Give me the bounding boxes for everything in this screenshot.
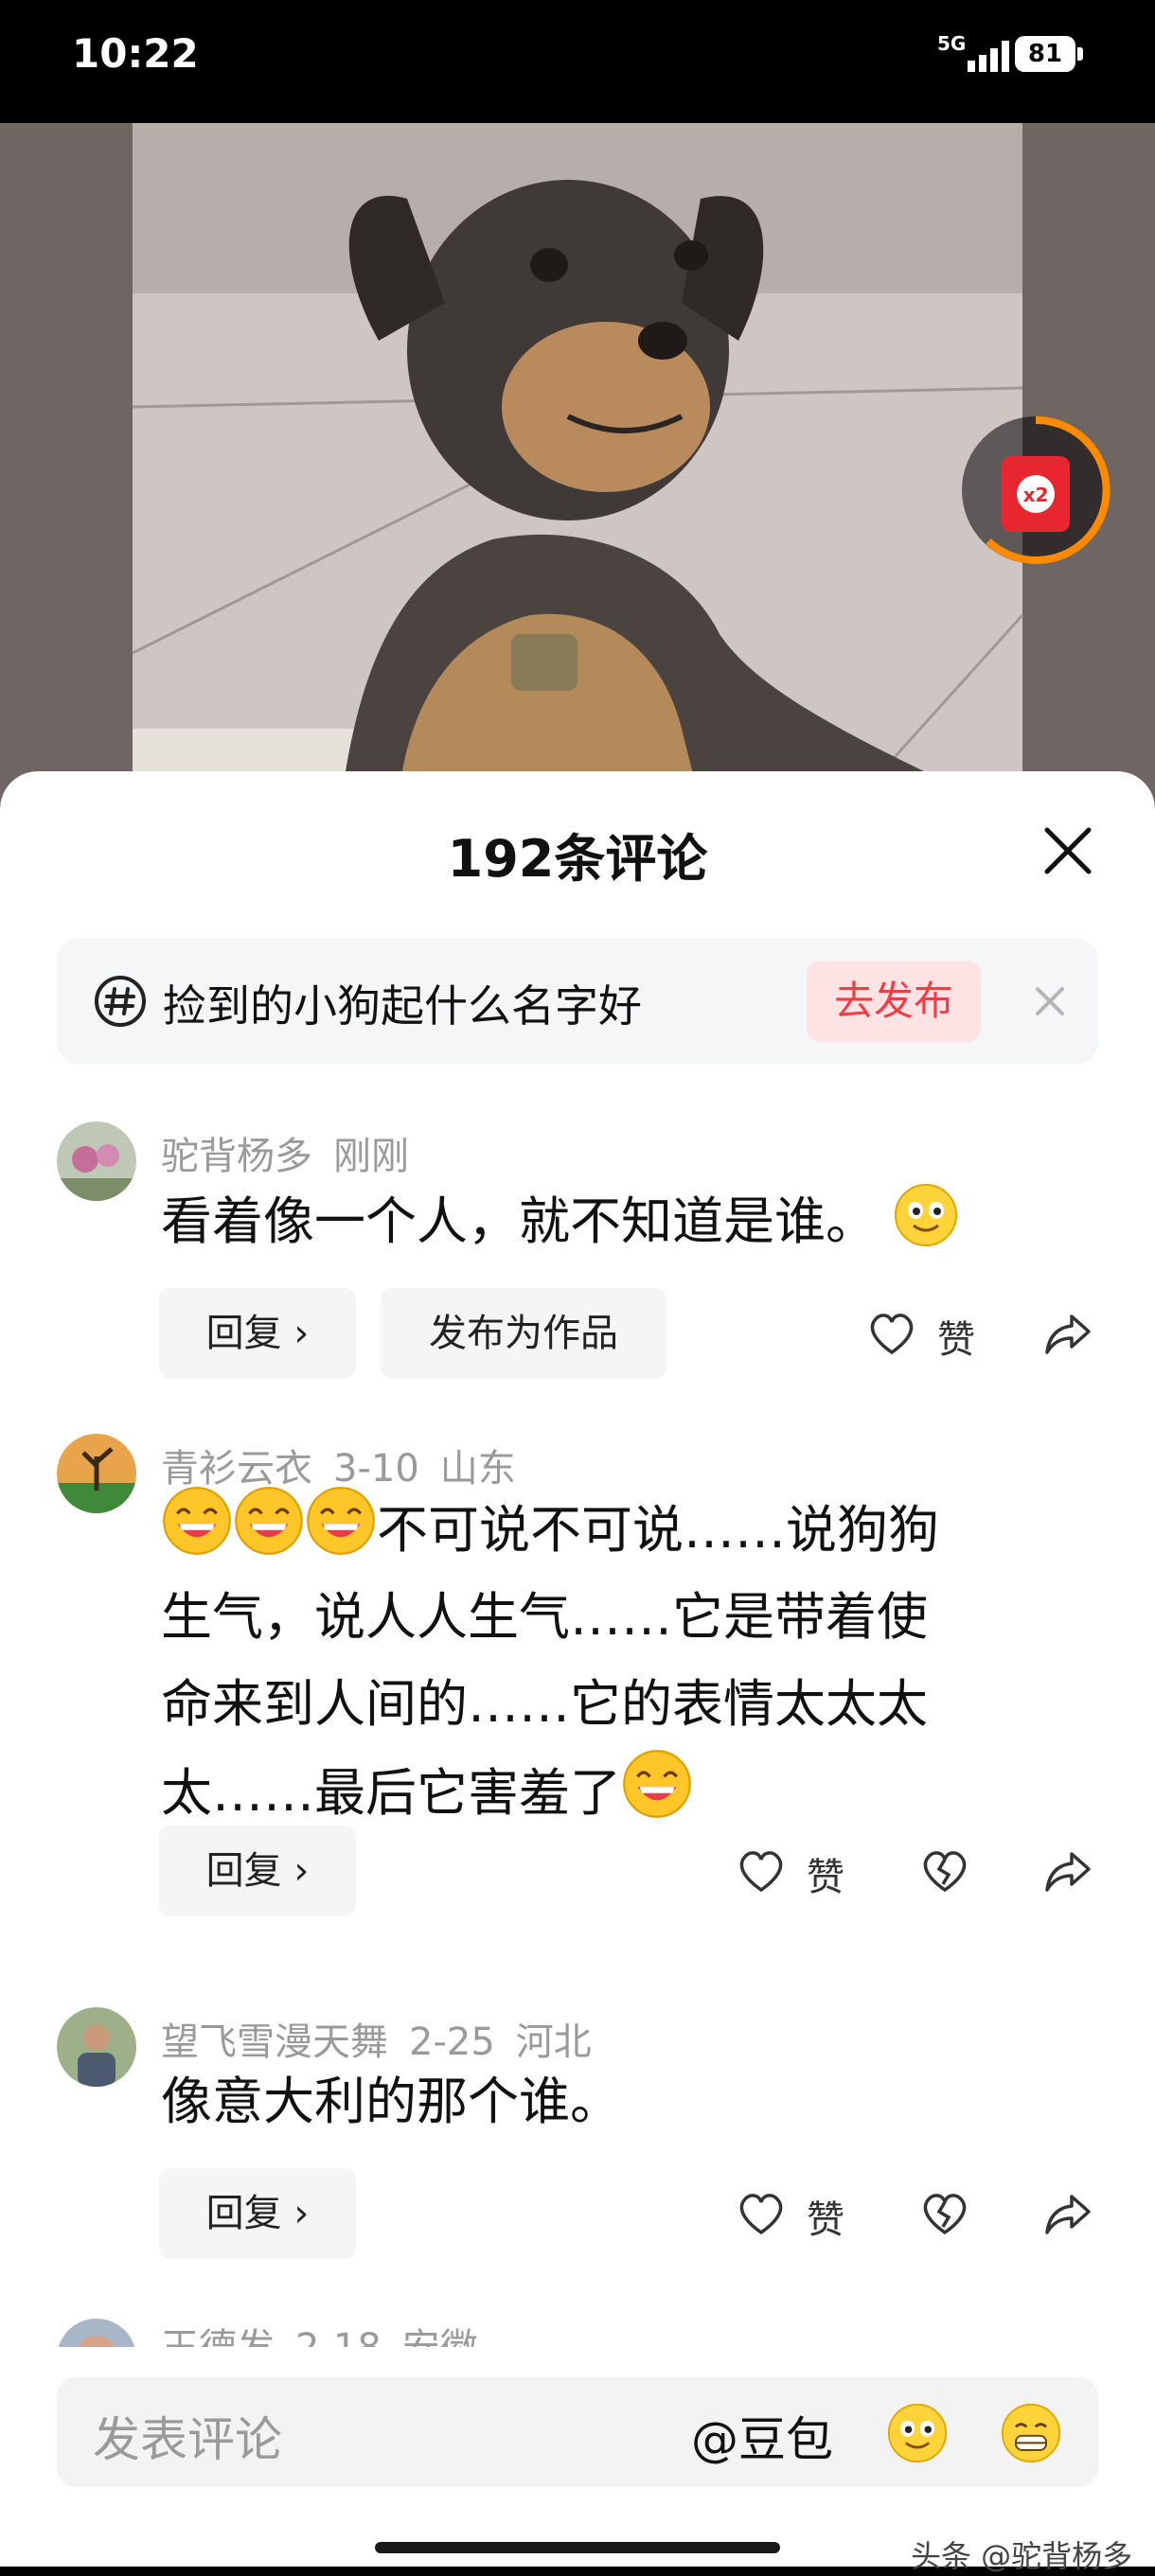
reply-button[interactable]: 回复 › (159, 1288, 356, 1379)
heart-icon[interactable] (735, 1844, 788, 1897)
laugh-emoji (235, 1487, 303, 1555)
home-indicator[interactable] (375, 2542, 780, 2553)
comment-username[interactable]: 王德发 (161, 2326, 275, 2347)
publish-as-work-button[interactable]: 发布为作品 (381, 1288, 666, 1379)
comment-input[interactable]: 发表评论 @豆包 (57, 2377, 1098, 2487)
like-label[interactable]: 赞 (937, 1309, 975, 1364)
comment-text: 看着像一个人，就不知道是谁。 (161, 1178, 1070, 1265)
status-bar: 10:22 5G 81 (0, 0, 1155, 123)
comment-text-line: 看着像一个人，就不知道是谁。 (161, 1191, 877, 1251)
avatar[interactable] (57, 2319, 136, 2347)
like-label[interactable]: 赞 (807, 1846, 844, 1901)
hashtag-icon (95, 976, 146, 1027)
avatar[interactable] (57, 1121, 136, 1201)
smile-emoji (895, 1184, 958, 1246)
share-icon[interactable] (1041, 1307, 1094, 1360)
reply-button[interactable]: 回复 › (159, 2168, 356, 2259)
comment-text-line: 不可说不可说……说狗狗 (377, 1500, 939, 1560)
grin-emoji[interactable] (1000, 2402, 1062, 2464)
comment-item: 王德发 2-18 安徽 (0, 2319, 1155, 2347)
comment-location: 安徽 (402, 2326, 478, 2347)
dismiss-topic-icon[interactable] (1028, 979, 1072, 1023)
share-icon[interactable] (1041, 1844, 1094, 1897)
avatar[interactable] (57, 1434, 136, 1513)
mention-doubao-button[interactable]: @豆包 (691, 2402, 833, 2470)
laugh-emoji (623, 1750, 691, 1818)
comment-text: 像意大利的那个谁。 (161, 2058, 1070, 2145)
battery-indicator: 81 (1015, 36, 1083, 72)
comment-text-line: 命来到人间的……它的表情太太太 (161, 1674, 928, 1734)
video-player[interactable]: x2 (0, 123, 1155, 804)
broken-heart-icon[interactable] (918, 2187, 971, 2240)
multiplier-badge: x2 (1023, 484, 1049, 506)
comment-date: 刚刚 (333, 1135, 409, 1178)
publish-topic-button[interactable]: 去发布 (807, 961, 981, 1042)
laugh-emoji (307, 1487, 375, 1555)
smile-emoji[interactable] (886, 2402, 949, 2464)
network-label: 5G (937, 32, 967, 55)
laugh-emoji (163, 1487, 231, 1555)
close-icon[interactable] (1041, 824, 1094, 877)
status-time: 10:22 (72, 30, 199, 77)
heart-icon[interactable] (735, 2187, 788, 2240)
topic-suggestion[interactable]: 捡到的小狗起什么名字好 去发布 (57, 938, 1098, 1065)
share-icon[interactable] (1041, 2187, 1094, 2240)
broken-heart-icon[interactable] (918, 1844, 971, 1897)
reply-button[interactable]: 回复 › (159, 1826, 356, 1916)
comment-username[interactable]: 驼背杨多 (161, 1135, 312, 1178)
comment-date: 2-18 (295, 2326, 382, 2347)
comments-sheet: 192条评论 捡到的小狗起什么名字好 去发布 驼背杨多刚刚 看着像一个人，就不 (0, 771, 1155, 2567)
comment-item: 望飞雪漫天舞 2-25 河北 像意大利的那个谁。 回复 › 赞 (0, 2007, 1155, 2291)
topic-text: 捡到的小狗起什么名字好 (163, 980, 642, 1032)
comments-title: 192条评论 (447, 829, 708, 889)
avatar[interactable] (57, 2007, 136, 2087)
comment-input-placeholder: 发表评论 (93, 2412, 282, 2467)
comment-text-line: 生气，说人人生气……它是带着使 (161, 1587, 928, 1647)
heart-icon[interactable] (865, 1307, 918, 1360)
like-label[interactable]: 赞 (807, 2189, 844, 2244)
comment-text-line: 太……最后它害羞了 (161, 1763, 621, 1823)
signal-icon (968, 41, 1009, 72)
comment-item: 驼背杨多 刚刚 看着像一个人，就不知道是谁。 回复 › 发布为作品 赞 (0, 1121, 1155, 1405)
red-packet-icon[interactable]: x2 (960, 415, 1111, 566)
comment-item: 青衫云衣 3-10 山东 不可说不可说……说狗狗 生气，说人人生气……它是带着使… (0, 1434, 1155, 1964)
comment-text: 不可说不可说……说狗狗 生气，说人人生气……它是带着使 命来到人间的……它的表情… (161, 1485, 1070, 1837)
watermark: 头条 @驼背杨多 (911, 2538, 1133, 2574)
comment-text-line: 像意大利的那个谁。 (161, 2072, 621, 2131)
